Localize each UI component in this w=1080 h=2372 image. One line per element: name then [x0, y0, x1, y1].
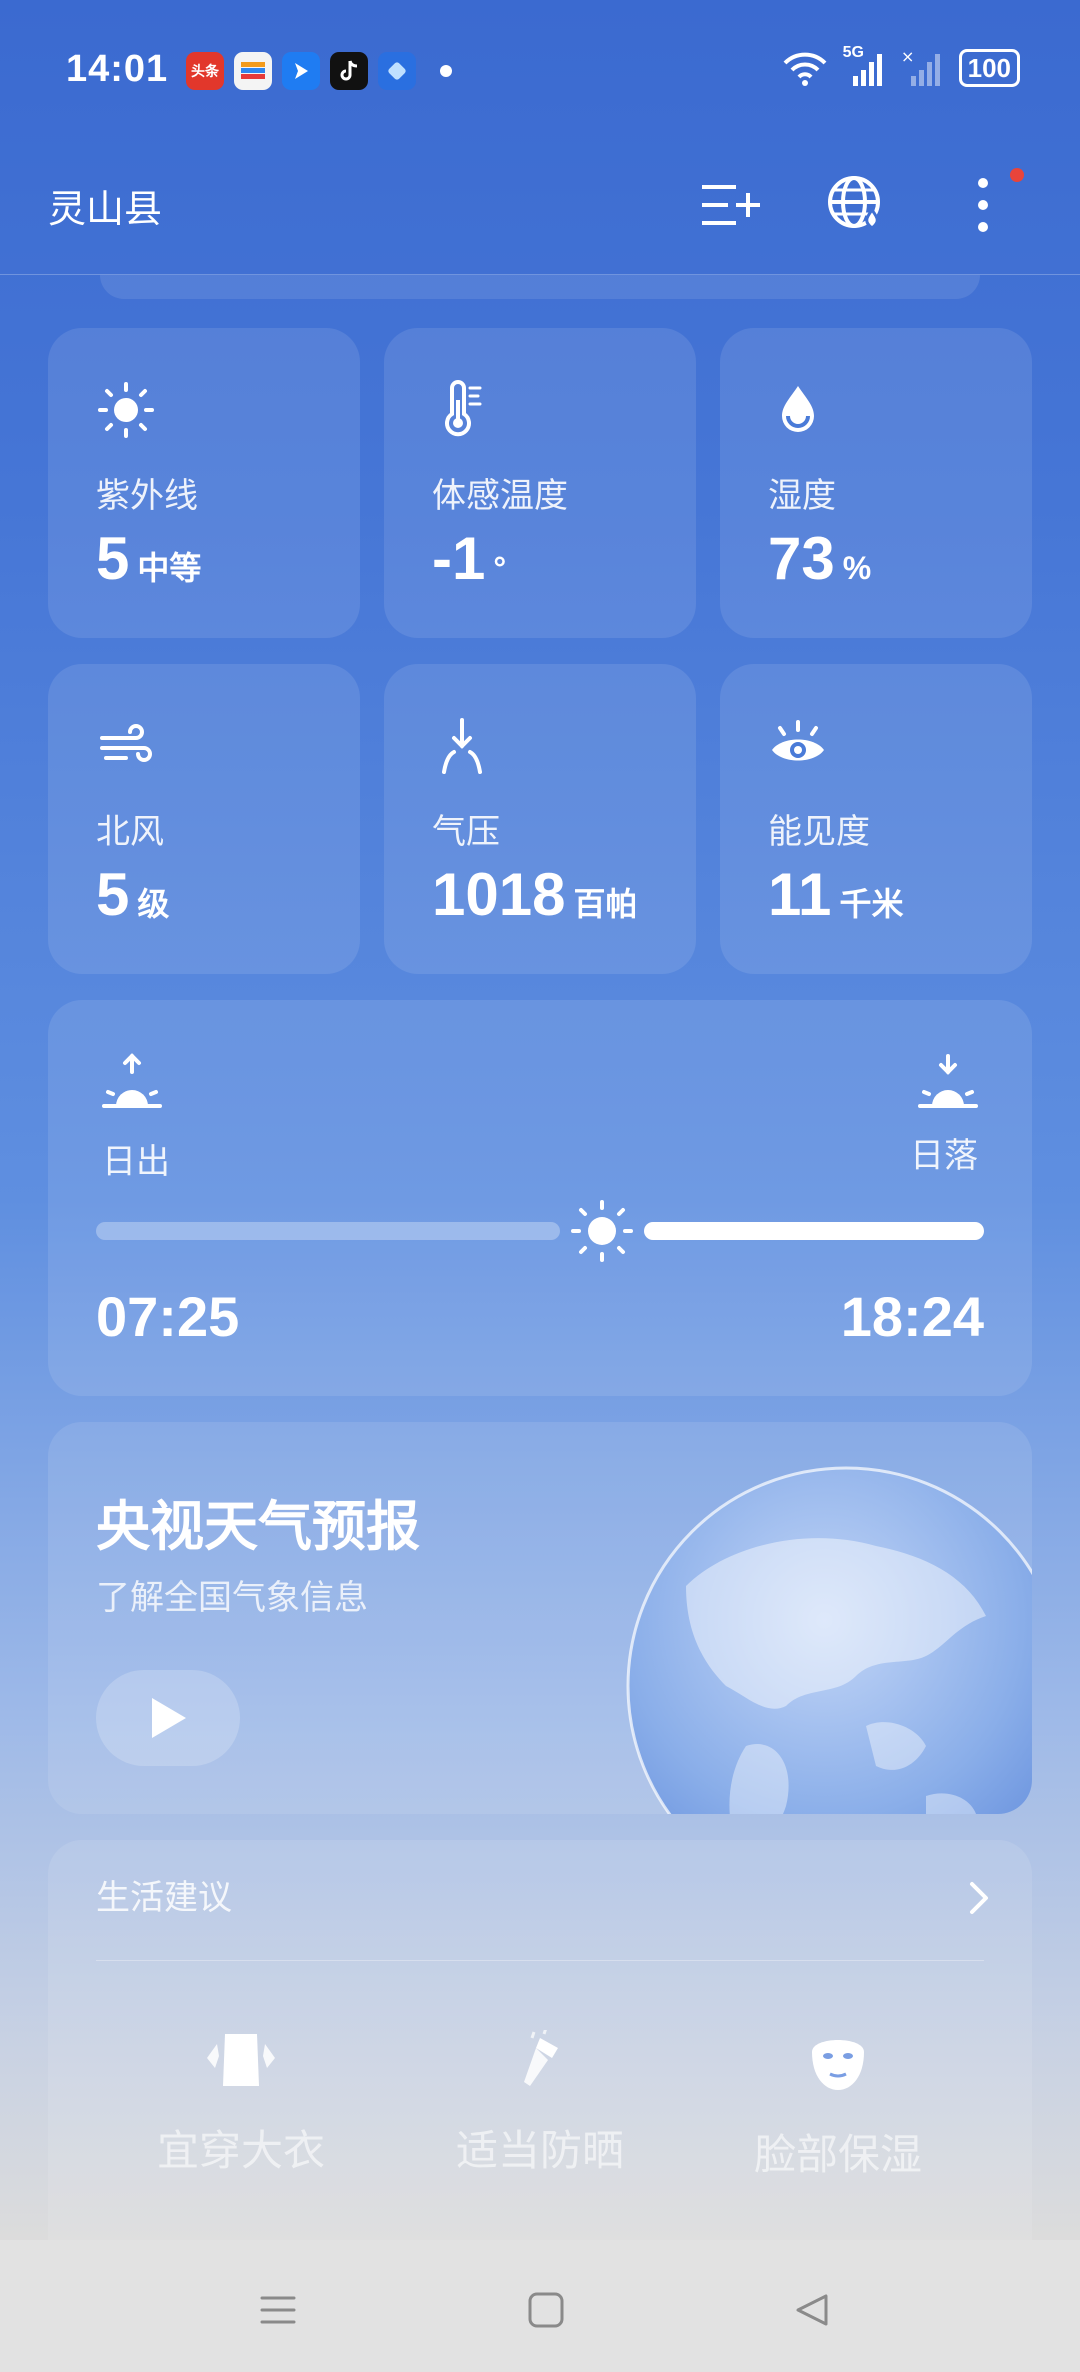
- coat-icon: [207, 2034, 275, 2086]
- clothing-label: 宜穿大衣: [156, 2127, 325, 2174]
- moisturize-label: 脸部保湿: [753, 2131, 922, 2178]
- feels-like-card[interactable]: 体感温度 -1 °: [384, 328, 696, 638]
- thermometer-icon: [432, 380, 492, 445]
- more-notifications-dot: [440, 65, 452, 77]
- system-navigation-bar: [0, 2240, 1080, 2372]
- more-menu-button[interactable]: [948, 168, 1024, 240]
- sun-icon: [96, 380, 156, 445]
- manage-cities-button[interactable]: [696, 170, 766, 240]
- sunset-time: 18:24: [840, 1285, 984, 1348]
- chevron-right-icon[interactable]: [968, 1880, 992, 1921]
- pressure-card[interactable]: 气压 1018 百帕: [384, 664, 696, 974]
- cctv-subtitle: 了解全国气象信息: [96, 1579, 368, 1617]
- droplet-icon: [768, 380, 828, 445]
- feels-like-value: -1 °: [432, 525, 507, 592]
- back-triangle-icon: [796, 2294, 828, 2326]
- app-bar: 灵山县: [0, 140, 1080, 275]
- bird-app-icon: [282, 52, 320, 90]
- wind-value: 5级: [96, 861, 170, 928]
- pressure-label: 气压: [432, 813, 500, 851]
- uv-label: 紫外线: [96, 477, 198, 515]
- wifi-icon: [783, 52, 827, 86]
- list-add-icon: [702, 185, 760, 225]
- daylight-progress: [96, 1200, 984, 1262]
- life-item-clothing[interactable]: 宜穿大衣: [121, 2030, 361, 2178]
- svg-text:×: ×: [901, 48, 914, 66]
- pressure-icon: [432, 716, 492, 781]
- visibility-label: 能见度: [768, 813, 870, 851]
- visibility-card[interactable]: 能见度 11 千米: [720, 664, 1032, 974]
- more-vertical-icon: [978, 178, 988, 232]
- status-bar: 14:01 头条 5G × 100: [0, 0, 1080, 140]
- life-advice-card: 生活建议 宜穿大衣 适当防晒 脸部保湿: [48, 1840, 1032, 2250]
- square-icon: [528, 2292, 564, 2328]
- notification-dot: [1010, 168, 1024, 182]
- humidity-label: 湿度: [768, 477, 836, 515]
- sunrise-time: 07:25: [96, 1285, 240, 1348]
- daylight-elapsed-bar: [96, 1222, 561, 1240]
- global-weather-button[interactable]: [822, 170, 892, 240]
- notification-icons: 头条: [186, 52, 452, 90]
- life-advice-title[interactable]: 生活建议: [96, 1870, 232, 1919]
- life-item-moisturize[interactable]: 脸部保湿: [718, 2030, 958, 2182]
- sunset-icon: [916, 1052, 980, 1119]
- wind-icon: [96, 716, 156, 781]
- home-button[interactable]: [516, 2280, 576, 2340]
- status-time: 14:01: [66, 48, 169, 90]
- system-icons: 5G × 100: [781, 44, 1020, 88]
- toutiao-icon: 头条: [186, 52, 224, 90]
- uv-value: 5 中等: [96, 525, 202, 592]
- sunset-label: 日落: [910, 1137, 978, 1175]
- previous-card-edge: [100, 275, 980, 299]
- sunrise-sunset-card[interactable]: 日出 日落 07:25 18:24: [48, 1000, 1032, 1396]
- feels-like-label: 体感温度: [432, 477, 568, 515]
- cctv-title: 央视天气预报: [96, 1497, 420, 1557]
- sunscreen-icon: [524, 2027, 558, 2086]
- life-advice-divider: [96, 1960, 984, 1961]
- visibility-value: 11 千米: [768, 861, 904, 928]
- signal-weak-icon: ×: [901, 48, 940, 86]
- daylight-remaining-bar: [644, 1222, 984, 1240]
- sunscreen-label: 适当防晒: [455, 2127, 624, 2174]
- sunrise-label: 日出: [102, 1143, 170, 1181]
- city-name[interactable]: 灵山县: [48, 178, 162, 233]
- uv-index-card[interactable]: 紫外线 5 中等: [48, 328, 360, 638]
- play-button[interactable]: [96, 1670, 240, 1766]
- globe-weather-icon: [828, 176, 880, 230]
- wallet-icon: [234, 52, 272, 90]
- wind-label: 北风: [96, 813, 164, 851]
- sunrise-icon: [100, 1052, 164, 1119]
- globe-illustration: [626, 1466, 1032, 1814]
- back-button[interactable]: [782, 2280, 842, 2340]
- signal-5g-icon: 5G: [843, 44, 887, 88]
- cctv-forecast-card[interactable]: 央视天气预报 了解全国气象信息: [48, 1422, 1032, 1814]
- battery-indicator: 100: [958, 49, 1020, 87]
- browser-icon: [378, 52, 416, 90]
- life-item-sunscreen[interactable]: 适当防晒: [420, 2027, 660, 2178]
- wind-card[interactable]: 北风 5级: [48, 664, 360, 974]
- recents-button[interactable]: [248, 2280, 308, 2340]
- menu-icon: [260, 2296, 296, 2324]
- face-mask-icon: [812, 2040, 864, 2090]
- humidity-card[interactable]: 湿度 73%: [720, 328, 1032, 638]
- tiktok-icon: [330, 52, 368, 90]
- humidity-value: 73%: [768, 525, 872, 592]
- pressure-value: 1018 百帕: [432, 861, 638, 928]
- current-sun-icon: [567, 1196, 637, 1266]
- eye-icon: [768, 716, 828, 781]
- play-icon: [152, 1698, 186, 1738]
